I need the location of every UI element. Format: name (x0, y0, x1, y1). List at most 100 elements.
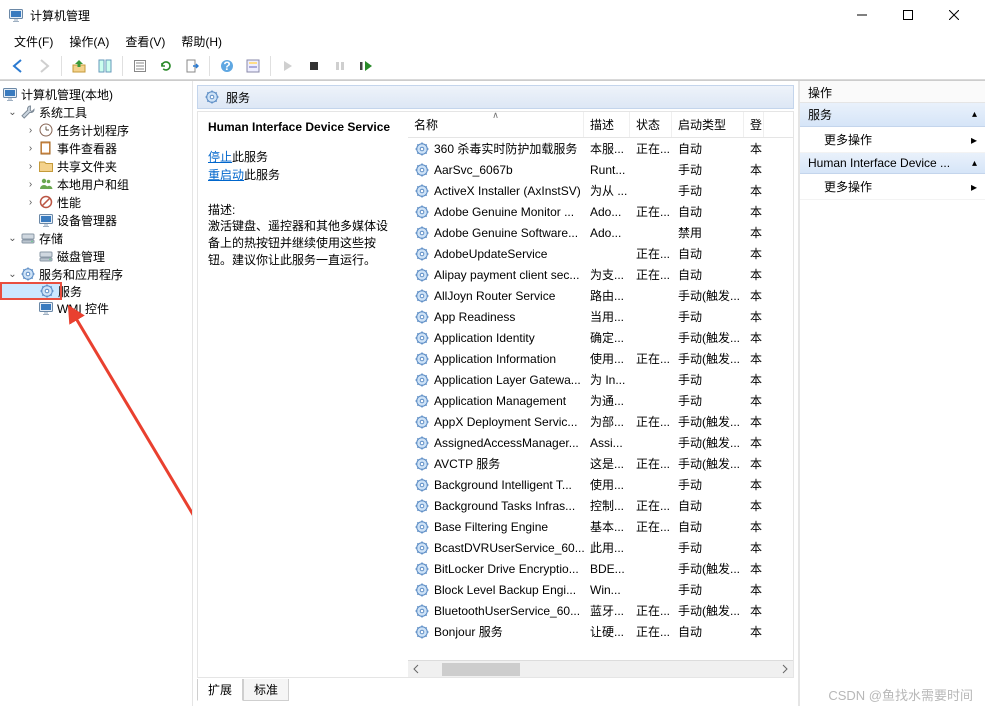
tree-system-tools[interactable]: ⌄系统工具 (0, 103, 192, 121)
service-row[interactable]: Application Layer Gatewa...为 In...手动本 (408, 369, 793, 390)
restart-service-link[interactable]: 重启动 (208, 168, 244, 182)
service-row[interactable]: Application Management为通...手动本 (408, 390, 793, 411)
gear-icon (414, 183, 430, 199)
description-label: 描述: (208, 201, 398, 218)
tree-event-viewer[interactable]: ›事件查看器 (0, 139, 192, 157)
help-button[interactable]: ? (215, 54, 239, 78)
tab-extended[interactable]: 扩展 (197, 679, 243, 701)
tree-shared-folders[interactable]: ›共享文件夹 (0, 157, 192, 175)
tree-performance[interactable]: ›性能 (0, 193, 192, 211)
gear-icon (204, 89, 220, 105)
service-row[interactable]: Adobe Genuine Monitor ...Ado...正在...自动本 (408, 201, 793, 222)
sort-asc-icon: ∧ (492, 112, 499, 121)
service-row[interactable]: Background Tasks Infras...控制...正在...自动本 (408, 495, 793, 516)
tree-root[interactable]: 计算机管理(本地) (0, 85, 192, 103)
service-row[interactable]: AppX Deployment Servic...为部...正在...手动(触发… (408, 411, 793, 432)
service-row[interactable]: Bonjour 服务让硬...正在...自动本 (408, 621, 793, 642)
play-button[interactable] (276, 54, 300, 78)
properties-button[interactable] (128, 54, 152, 78)
service-row[interactable]: AVCTP 服务这是...正在...手动(触发...本 (408, 453, 793, 474)
service-row[interactable]: BitLocker Drive Encryptio...BDE...手动(触发.… (408, 558, 793, 579)
service-row[interactable]: Background Intelligent T...使用...手动本 (408, 474, 793, 495)
view-mode-button[interactable] (241, 54, 265, 78)
expander-icon[interactable]: › (24, 143, 37, 154)
minimize-button[interactable] (839, 0, 885, 30)
service-row[interactable]: Application Information使用...正在...手动(触发..… (408, 348, 793, 369)
horizontal-scrollbar[interactable] (408, 660, 793, 677)
service-row[interactable]: Block Level Backup Engi...Win...手动本 (408, 579, 793, 600)
tab-standard[interactable]: 标准 (243, 679, 289, 701)
gear-icon (414, 540, 430, 556)
service-row[interactable]: AarSvc_6067bRunt...手动本 (408, 159, 793, 180)
stop-button[interactable] (302, 54, 326, 78)
gear-icon (414, 267, 430, 283)
action-more-selected[interactable]: 更多操作▸ (800, 174, 985, 200)
expander-icon[interactable]: › (24, 125, 37, 136)
show-hide-button[interactable] (93, 54, 117, 78)
tree-view[interactable]: 计算机管理(本地) ⌄系统工具 ›任务计划程序 ›事件查看器 ›共享文件夹 ›本… (0, 81, 193, 706)
col-name[interactable]: 名称∧ (408, 112, 584, 137)
expander-icon[interactable]: › (24, 161, 37, 172)
service-row[interactable]: App Readiness当用...手动本 (408, 306, 793, 327)
tree-disk-management[interactable]: 磁盘管理 (0, 247, 192, 265)
service-row[interactable]: AllJoyn Router Service路由...手动(触发...本 (408, 285, 793, 306)
actions-section-selected[interactable]: Human Interface Device ...▴ (800, 153, 985, 174)
stop-service-link[interactable]: 停止 (208, 150, 232, 164)
window-title: 计算机管理 (30, 7, 839, 24)
restart-button[interactable] (354, 54, 378, 78)
menu-action[interactable]: 操作(A) (63, 31, 115, 52)
col-desc[interactable]: 描述 (584, 112, 630, 137)
gear-icon (414, 309, 430, 325)
service-row[interactable]: BluetoothUserService_60...蓝牙...正在...手动(触… (408, 600, 793, 621)
service-row[interactable]: ActiveX Installer (AxInstSV)为从 ...手动本 (408, 180, 793, 201)
expander-icon[interactable]: ⌄ (6, 233, 19, 244)
back-button[interactable] (6, 54, 30, 78)
col-status[interactable]: 状态 (630, 112, 672, 137)
refresh-button[interactable] (154, 54, 178, 78)
expander-icon[interactable]: ⌄ (6, 269, 19, 280)
service-row[interactable]: Base Filtering Engine基本...正在...自动本 (408, 516, 793, 537)
service-row[interactable]: Adobe Genuine Software...Ado...禁用本 (408, 222, 793, 243)
actions-section-services[interactable]: 服务▴ (800, 103, 985, 127)
gear-icon (414, 141, 430, 157)
center-header: 服务 (197, 85, 794, 109)
service-row[interactable]: Alipay payment client sec...为支...正在...自动… (408, 264, 793, 285)
actions-panel: 操作 服务▴ 更多操作▸ Human Interface Device ...▴… (798, 81, 985, 706)
services-list[interactable]: 名称∧ 描述 状态 启动类型 登 360 杀毒实时防护加载服务本服...正在..… (408, 112, 793, 677)
expander-icon[interactable]: › (24, 179, 37, 190)
service-row[interactable]: AssignedAccessManager...Assi...手动(触发...本 (408, 432, 793, 453)
tree-device-manager[interactable]: 设备管理器 (0, 211, 192, 229)
gear-icon (414, 477, 430, 493)
list-header: 名称∧ 描述 状态 启动类型 登 (408, 112, 793, 138)
scrollbar-thumb[interactable] (442, 663, 520, 676)
app-icon (8, 7, 24, 23)
menu-help[interactable]: 帮助(H) (175, 31, 228, 52)
export-button[interactable] (180, 54, 204, 78)
tree-storage[interactable]: ⌄存储 (0, 229, 192, 247)
service-row[interactable]: Application Identity确定...手动(触发...本 (408, 327, 793, 348)
gear-icon (414, 246, 430, 262)
tree-local-users[interactable]: ›本地用户和组 (0, 175, 192, 193)
action-more-services[interactable]: 更多操作▸ (800, 127, 985, 153)
maximize-button[interactable] (885, 0, 931, 30)
service-row[interactable]: 360 杀毒实时防护加载服务本服...正在...自动本 (408, 138, 793, 159)
tree-task-scheduler[interactable]: ›任务计划程序 (0, 121, 192, 139)
tree-services-apps[interactable]: ⌄服务和应用程序 (0, 265, 192, 283)
tree-services[interactable]: 服务 (1, 283, 61, 299)
close-button[interactable] (931, 0, 977, 30)
col-logon[interactable]: 登 (744, 112, 764, 137)
forward-button[interactable] (32, 54, 56, 78)
gear-icon (414, 351, 430, 367)
service-row[interactable]: AdobeUpdateService正在...自动本 (408, 243, 793, 264)
menu-view[interactable]: 查看(V) (119, 31, 171, 52)
collapse-icon: ▴ (972, 109, 977, 120)
up-button[interactable] (67, 54, 91, 78)
expander-icon[interactable]: ⌄ (6, 107, 19, 118)
col-startup[interactable]: 启动类型 (672, 112, 744, 137)
service-row[interactable]: BcastDVRUserService_60...此用...手动本 (408, 537, 793, 558)
selected-service-title: Human Interface Device Service (208, 120, 398, 134)
menu-file[interactable]: 文件(F) (8, 31, 59, 52)
expander-icon[interactable]: › (24, 197, 37, 208)
tree-wmi-control[interactable]: WMI 控件 (0, 299, 192, 317)
pause-button[interactable] (328, 54, 352, 78)
